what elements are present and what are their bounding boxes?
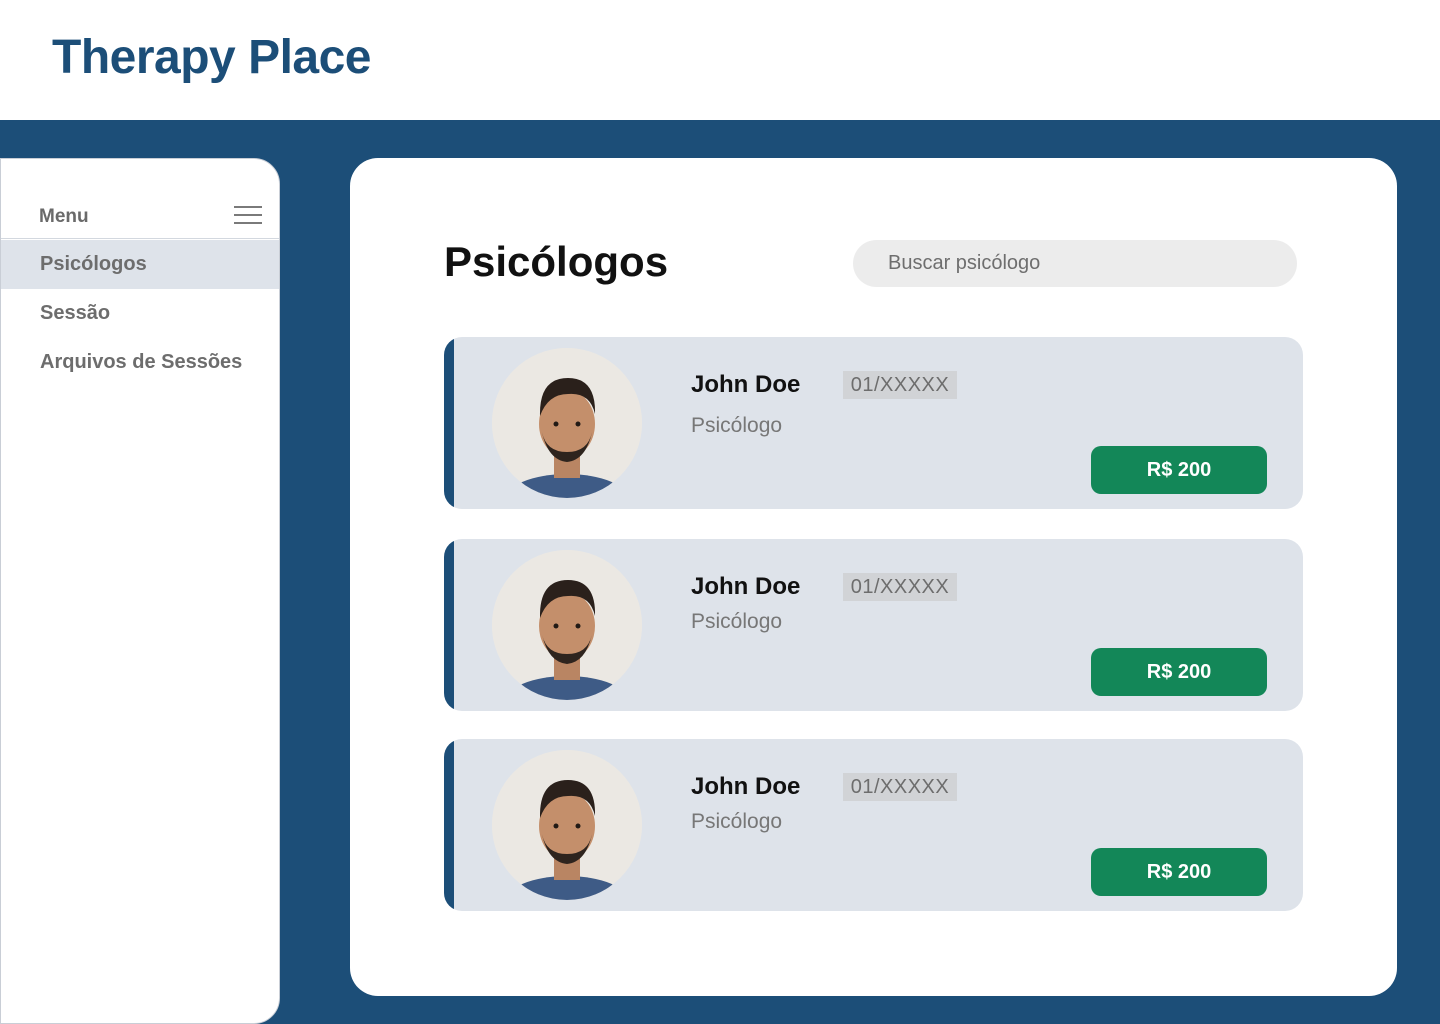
search-input[interactable] [853,240,1297,287]
price-button[interactable]: R$ 200 [1091,446,1267,494]
psychologist-card[interactable]: John Doe 01/XXXXX Psicólogo R$ 200 [444,337,1303,509]
card-accent-bar [444,539,454,711]
card-name: John Doe [691,773,801,800]
card-role: Psicólogo [691,414,783,437]
sidebar: Menu Psicólogos Sessão Arquivos de Sessõ… [0,158,280,1024]
card-role: Psicólogo [691,610,783,633]
hamburger-icon[interactable] [234,206,262,226]
card-name: John Doe [691,371,801,398]
card-code: 01/XXXXX [843,371,957,399]
sidebar-item-arquivos-de-sessoes[interactable]: Arquivos de Sessões [1,338,279,387]
sidebar-item-sessao[interactable]: Sessão [1,289,279,338]
price-button[interactable]: R$ 200 [1091,848,1267,896]
card-role: Psicólogo [691,810,783,833]
card-code: 01/XXXXX [843,573,957,601]
app-header: Therapy Place [0,0,1440,120]
avatar [492,550,642,700]
avatar [492,348,642,498]
sidebar-item-psicologos[interactable]: Psicólogos [1,240,279,289]
psychologist-card[interactable]: John Doe 01/XXXXX Psicólogo R$ 200 [444,739,1303,911]
menu-header: Menu [1,199,279,239]
price-button[interactable]: R$ 200 [1091,648,1267,696]
main-panel: Psicólogos John Doe 01/XXXXX Psicólogo R… [350,158,1397,996]
avatar [492,750,642,900]
app-title: Therapy Place [52,31,372,84]
page-title: Psicólogos [444,238,669,285]
psychologist-card[interactable]: John Doe 01/XXXXX Psicólogo R$ 200 [444,539,1303,711]
card-accent-bar [444,337,454,509]
card-accent-bar [444,739,454,911]
card-name: John Doe [691,573,801,600]
card-code: 01/XXXXX [843,773,957,801]
menu-label: Menu [39,206,89,227]
